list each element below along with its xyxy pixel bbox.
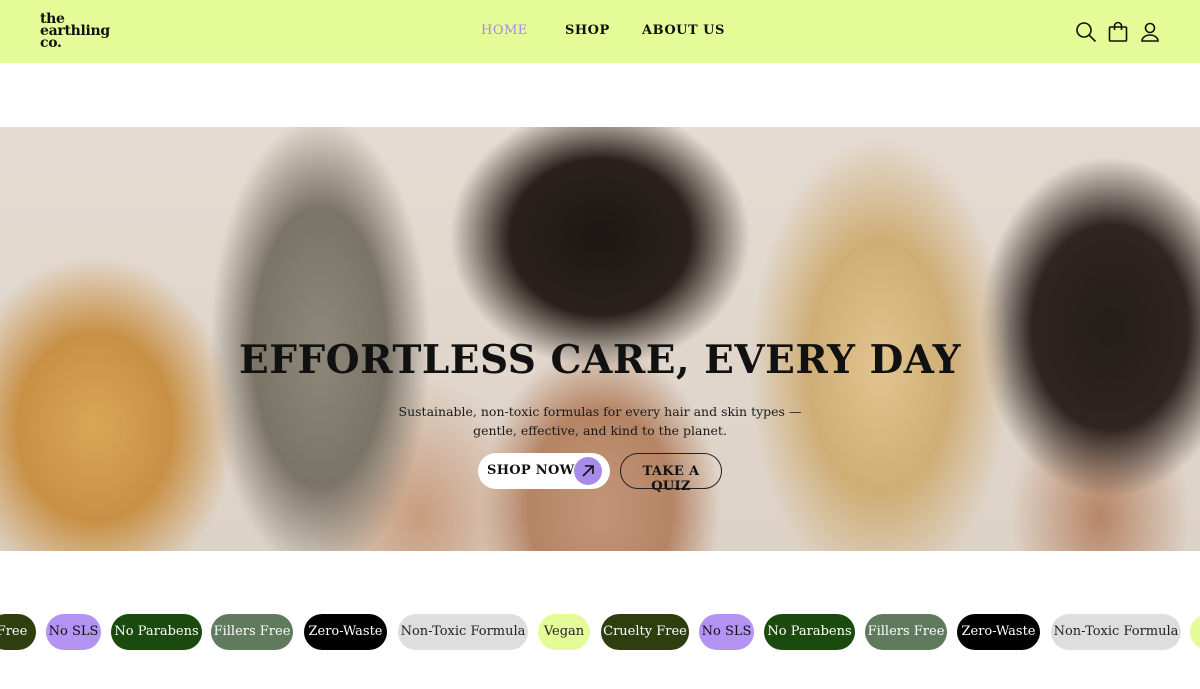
benefit-tag: Non-Toxic Formula: [398, 614, 528, 650]
search-icon[interactable]: [1074, 20, 1098, 44]
benefit-tags-marquee: Free No SLS No Parabens Fillers Free Zero-Wa…: [0, 614, 1200, 652]
benefit-tag: No SLS: [46, 614, 101, 650]
arrow-up-right-icon: [574, 457, 602, 485]
nav-home[interactable]: HOME: [481, 23, 528, 38]
benefit-tag: Vegan: [538, 614, 590, 650]
benefit-tag: Cruelty Free: [601, 614, 689, 650]
hero-title: EFFORTLESS CARE, EVERY DAY: [239, 337, 961, 383]
hero-banner: EFFORTLESS CARE, EVERY DAY Sustainable, …: [0, 127, 1200, 551]
benefit-tag: Zero-Waste: [304, 614, 387, 650]
site-header: the earthling co. HOME SHOP ABOUT US: [0, 0, 1200, 63]
main-nav: HOME SHOP ABOUT US: [0, 23, 1200, 41]
shop-now-label: SHOP NOW: [487, 463, 575, 478]
benefit-tag: Free: [0, 614, 36, 650]
benefit-tag: Fillers Free: [865, 614, 947, 650]
user-icon[interactable]: [1138, 20, 1162, 44]
benefit-tag: No SLS: [699, 614, 754, 650]
take-quiz-label: TAKE A QUIZ: [642, 464, 700, 494]
take-quiz-button[interactable]: TAKE A QUIZ: [620, 453, 722, 494]
shopping-bag-icon[interactable]: [1106, 20, 1130, 44]
benefit-tag: [1190, 614, 1200, 650]
benefit-tag: Zero-Waste: [957, 614, 1040, 650]
benefit-tag: No Parabens: [111, 614, 202, 650]
hero-subtitle: Sustainable, non-toxic formulas for ever…: [0, 402, 1200, 440]
hero-subtitle-line-1: Sustainable, non-toxic formulas for ever…: [398, 404, 802, 419]
shop-now-button[interactable]: SHOP NOW: [478, 453, 610, 489]
benefit-tag: Non-Toxic Formula: [1051, 614, 1181, 650]
benefit-tag: No Parabens: [764, 614, 855, 650]
hero-subtitle-line-2: gentle, effective, and kind to the plane…: [473, 423, 727, 438]
nav-shop[interactable]: SHOP: [565, 23, 610, 38]
benefit-tag: Fillers Free: [211, 614, 293, 650]
nav-about-us[interactable]: ABOUT US: [642, 23, 725, 38]
